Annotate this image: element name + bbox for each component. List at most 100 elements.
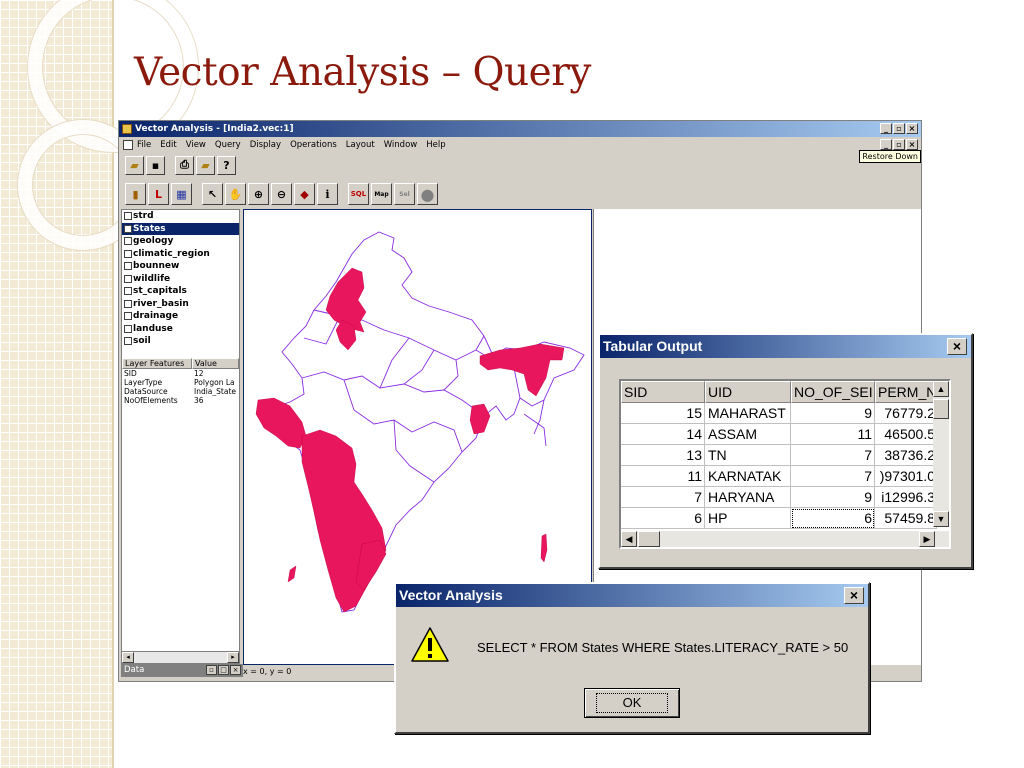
table-cell-uid[interactable]: KARNATAK (705, 466, 791, 487)
minimize-button[interactable]: _ (880, 123, 892, 134)
map-query-icon[interactable]: Map (371, 183, 392, 205)
results-grid[interactable]: SID UID NO_OF_SEI PERM_N 15 MAHARAST 9 7677… (619, 379, 951, 549)
sql-query-icon[interactable]: SQL (348, 183, 369, 205)
grid-vertical-scrollbar[interactable]: ▲ ▼ (933, 381, 949, 527)
menu-display[interactable]: Display (250, 140, 281, 150)
table-cell-perm[interactable]: 57459.8 (875, 508, 937, 529)
layer-item-strd[interactable]: strd (122, 210, 239, 223)
layer-checkbox[interactable]: ✓ (124, 224, 132, 233)
layer-item-geology[interactable]: geology (122, 235, 239, 248)
menu-operations[interactable]: Operations (290, 140, 337, 150)
table-cell-sid[interactable]: 13 (621, 445, 705, 466)
query-dialog-close-button[interactable]: × (844, 587, 864, 604)
layer-item-drainage[interactable]: drainage (122, 310, 239, 323)
scroll-down-arrow[interactable]: ▼ (933, 511, 949, 527)
open-icon[interactable]: ▰ (196, 155, 215, 175)
column-header-uid[interactable]: UID (705, 381, 791, 403)
column-header-sid[interactable]: SID (621, 381, 705, 403)
layer-item-bounnew[interactable]: bounnew (122, 260, 239, 273)
table-cell-sid[interactable]: 7 (621, 487, 705, 508)
scroll-left-arrow[interactable]: ◀ (621, 531, 637, 547)
save-icon[interactable]: ▪ (146, 155, 165, 175)
doc-close-button[interactable]: × (906, 139, 918, 150)
select-arrow-icon[interactable]: ↖ (202, 183, 223, 205)
label-tag-icon[interactable]: ◆ (294, 183, 315, 205)
scroll-thumb[interactable] (638, 531, 660, 547)
column-header-perm[interactable]: PERM_N (875, 381, 937, 403)
menu-query[interactable]: Query (215, 140, 241, 150)
table-cell-perm[interactable]: i12996.3 (875, 487, 937, 508)
layer-panel-scrollbar[interactable]: ◂ ▸ (122, 651, 239, 663)
table-cell-perm[interactable]: 76779.2 (875, 403, 937, 424)
pan-hand-icon[interactable]: ✋ (225, 183, 246, 205)
data-tab[interactable]: Data ▫ □ × (121, 664, 243, 677)
table-row[interactable]: 14 ASSAM 11 46500.5 (621, 424, 949, 445)
scroll-left-arrow[interactable]: ◂ (122, 652, 134, 663)
menu-file[interactable]: File (137, 140, 151, 150)
data-close-button[interactable]: × (230, 665, 241, 675)
table-cell-uid[interactable]: HARYANA (705, 487, 791, 508)
props-header-value[interactable]: Value (192, 358, 239, 369)
table-cell-sid[interactable]: 15 (621, 403, 705, 424)
table-cell-seats[interactable]: 9 (791, 487, 875, 508)
table-cell-seats[interactable]: 7 (791, 445, 875, 466)
stop-icon[interactable]: ● (417, 183, 438, 205)
layer-item-wildlife[interactable]: wildlife (122, 273, 239, 286)
layer-item-landuse[interactable]: landuse (122, 323, 239, 336)
doc-minimize-button[interactable]: _ (880, 139, 892, 150)
table-cell-uid[interactable]: MAHARAST (705, 403, 791, 424)
table-cell-perm[interactable]: )97301.0 (875, 466, 937, 487)
context-help-icon[interactable]: ? (217, 155, 236, 175)
props-header-features[interactable]: Layer Features (122, 358, 192, 369)
app-titlebar[interactable]: Vector Analysis - [India2.vec:1] _ ▫ × (119, 121, 921, 137)
scroll-right-arrow[interactable]: ▶ (919, 531, 935, 547)
table-cell-uid[interactable]: ASSAM (705, 424, 791, 445)
print-icon[interactable]: ⎙ (175, 155, 194, 175)
menu-window[interactable]: Window (384, 140, 418, 150)
layer-checkbox[interactable] (124, 324, 132, 333)
layer-item-soil[interactable]: soil (122, 335, 239, 348)
table-cell-seats[interactable]: 9 (791, 403, 875, 424)
document-icon[interactable] (123, 140, 133, 150)
doc-restore-button[interactable]: ▫ (893, 139, 905, 150)
layer-item-states[interactable]: ✓ States (122, 222, 239, 235)
table-row[interactable]: 7 HARYANA 9 i12996.3 (621, 487, 949, 508)
data-max-button[interactable]: □ (218, 665, 229, 675)
zoom-out-icon[interactable]: ⊖ (271, 183, 292, 205)
table-cell-uid[interactable]: HP (705, 508, 791, 529)
line-layer-icon[interactable]: L (148, 183, 169, 205)
layer-item-river_basin[interactable]: river_basin (122, 298, 239, 311)
table-cell-seats[interactable]: 7 (791, 466, 875, 487)
scroll-up-arrow[interactable]: ▲ (933, 381, 949, 397)
layer-checkbox[interactable] (124, 299, 132, 308)
layer-item-climatic_region[interactable]: climatic_region (122, 248, 239, 261)
table-row[interactable]: 13 TN 7 38736.2 (621, 445, 949, 466)
scroll-right-arrow[interactable]: ▸ (227, 652, 239, 663)
tabular-close-button[interactable]: × (947, 338, 967, 355)
table-cell-sid[interactable]: 6 (621, 508, 705, 529)
select-query-icon[interactable]: Sel (394, 183, 415, 205)
layer-checkbox[interactable] (124, 274, 132, 283)
tabular-output-titlebar[interactable]: Tabular Output × (600, 335, 971, 358)
table-cell-perm[interactable]: 38736.2 (875, 445, 937, 466)
layer-checkbox[interactable] (124, 262, 132, 271)
query-dialog-titlebar[interactable]: Vector Analysis × (396, 584, 868, 607)
data-restore-button[interactable]: ▫ (206, 665, 217, 675)
ok-button[interactable]: OK (584, 688, 680, 718)
column-header-seats[interactable]: NO_OF_SEI (791, 381, 875, 403)
zoom-in-icon[interactable]: ⊕ (248, 183, 269, 205)
open-folder-icon[interactable]: ▰ (125, 155, 144, 175)
table-cell-seats[interactable]: 11 (791, 424, 875, 445)
polygon-layer-icon[interactable]: ▦ (171, 183, 192, 205)
layer-checkbox[interactable] (124, 287, 132, 296)
table-row[interactable]: 6 HP 6 57459.8 (621, 508, 949, 529)
close-button[interactable]: × (906, 123, 918, 134)
table-cell-sid[interactable]: 14 (621, 424, 705, 445)
menu-layout[interactable]: Layout (346, 140, 375, 150)
table-cell-sid[interactable]: 11 (621, 466, 705, 487)
layer-checkbox[interactable] (124, 249, 132, 258)
table-cell-perm[interactable]: 46500.5 (875, 424, 937, 445)
menu-view[interactable]: View (186, 140, 206, 150)
layer-checkbox[interactable] (124, 237, 132, 246)
table-row[interactable]: 11 KARNATAK 7)97301.0 (621, 466, 949, 487)
